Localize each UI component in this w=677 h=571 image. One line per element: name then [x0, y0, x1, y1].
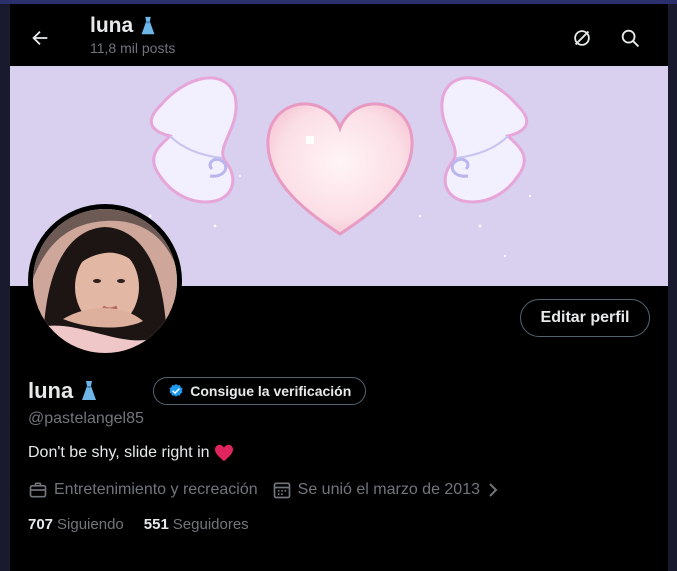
follow-stats: 707 Siguiendo 551 Seguidores — [28, 516, 269, 533]
profile-name-text: luna — [28, 378, 74, 403]
profile-avatar[interactable] — [28, 204, 182, 358]
profile-name: luna — [28, 378, 101, 404]
get-verified-button[interactable]: Consigue la verificación — [153, 377, 367, 405]
profile-bio-text: Don't be shy, slide right in — [28, 444, 210, 461]
search-icon — [621, 29, 639, 47]
profile-category: Entretenimiento y recreación — [28, 480, 258, 500]
dress-icon — [82, 381, 97, 400]
get-verified-label: Consigue la verificación — [190, 383, 352, 399]
header-post-count: 11,8 mil posts — [90, 40, 176, 56]
back-arrow-icon — [32, 30, 48, 46]
edit-profile-button[interactable]: Editar perfil — [520, 299, 650, 337]
followers-count: 551 — [143, 516, 169, 533]
profile-handle: @pastelangel85 — [28, 410, 144, 427]
briefcase-icon — [29, 482, 47, 498]
dress-icon — [141, 16, 155, 35]
profile-meta: Entretenimiento y recreación Se unió el … — [28, 480, 514, 500]
circle-slash-icon — [574, 30, 590, 46]
verified-badge-icon — [169, 384, 183, 397]
search-button[interactable] — [614, 22, 646, 54]
red-heart-icon — [214, 444, 233, 462]
following-link[interactable]: 707 Siguiendo — [28, 516, 124, 533]
profile-joined[interactable]: Se unió el marzo de 2013 — [272, 480, 500, 500]
following-label: Siguiendo — [57, 516, 124, 533]
followers-label: Seguidores — [172, 516, 249, 533]
avatar-portrait — [33, 209, 177, 353]
header-title-text: luna — [90, 14, 134, 37]
profile-category-text: Entretenimiento y recreación — [54, 481, 258, 498]
header-title: luna — [90, 14, 175, 38]
calendar-icon — [273, 482, 290, 499]
following-count: 707 — [28, 516, 54, 533]
profile-bio: Don't be shy, slide right in — [28, 444, 234, 462]
avatar-image — [33, 209, 177, 353]
profile-name-row: luna Consigue la verificación — [28, 377, 367, 405]
header-title-block: luna 11,8 mil posts — [90, 14, 175, 56]
profile-header: luna 11,8 mil posts — [10, 4, 668, 66]
chevron-right-icon — [489, 483, 498, 497]
profile-panel: luna 11,8 mil posts Editar perfil luna C… — [10, 4, 668, 571]
circle-slash-button[interactable] — [566, 22, 598, 54]
followers-link[interactable]: 551 Seguidores — [144, 516, 249, 533]
back-button[interactable] — [24, 22, 56, 54]
profile-joined-text: Se unió el marzo de 2013 — [297, 481, 480, 498]
